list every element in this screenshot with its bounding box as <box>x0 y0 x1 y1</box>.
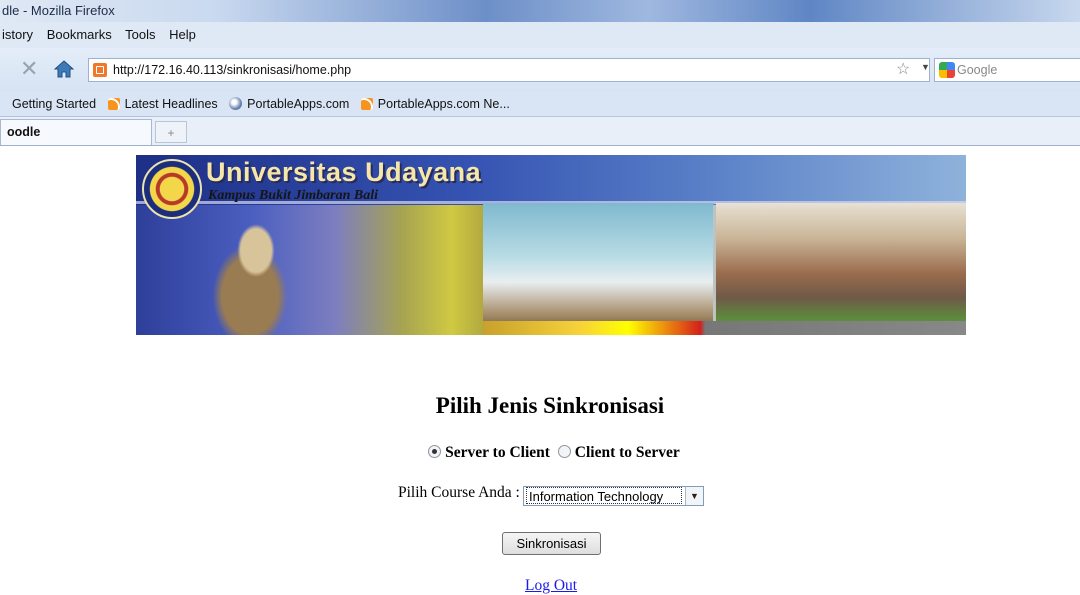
bookmark-getting-started[interactable]: Getting Started <box>12 92 96 116</box>
radio-label-server-to-client[interactable]: Server to Client <box>445 444 550 461</box>
search-placeholder: Google <box>957 63 998 77</box>
new-tab-button[interactable]: + <box>155 121 187 143</box>
sinkronisasi-button[interactable]: Sinkronisasi <box>502 532 601 555</box>
course-selected-value: Information Technology <box>526 487 682 504</box>
logout-link[interactable]: Log Out <box>525 577 577 595</box>
radio-label-client-to-server[interactable]: Client to Server <box>575 444 680 461</box>
rss-icon <box>107 98 120 110</box>
radio-server-to-client[interactable] <box>428 445 442 458</box>
bookmark-portableapps-news[interactable]: PortableApps.com Ne... <box>360 92 510 116</box>
course-label: Pilih Course Anda : <box>398 484 520 501</box>
statue-image <box>196 205 316 335</box>
bookmark-star-icon[interactable]: ☆ <box>896 59 910 79</box>
bookmark-portableapps[interactable]: PortableApps.com <box>229 92 349 116</box>
dropdown-icon[interactable]: ▼ <box>921 62 930 72</box>
campus-building-photo <box>716 203 966 321</box>
menu-tools[interactable]: Tools <box>125 27 155 42</box>
tab-moodle[interactable]: oodle <box>0 119 152 145</box>
rss-icon <box>360 98 373 110</box>
students-photo <box>483 203 713 335</box>
banner-subtitle: Kampus Bukit Jimbaran Bali <box>208 188 378 203</box>
university-banner: Universitas Udayana Kampus Bukit Jimbara… <box>136 155 966 335</box>
menu-bar: istory Bookmarks Tools Help <box>0 22 1080 48</box>
bookmarks-toolbar: Getting Started Latest Headlines Portabl… <box>0 92 1080 117</box>
banner-title: Universitas Udayana <box>206 157 482 187</box>
banner-color-strip <box>483 321 966 335</box>
menu-help[interactable]: Help <box>169 27 196 42</box>
course-select[interactable]: Information Technology ▼ <box>523 486 704 506</box>
stop-icon[interactable]: ✕ <box>20 58 38 80</box>
chevron-down-icon[interactable]: ▼ <box>685 487 703 505</box>
radio-client-to-server[interactable] <box>557 445 571 458</box>
sync-type-radio-group: Server to Client Client to Server <box>0 444 1080 462</box>
menu-bookmarks[interactable]: Bookmarks <box>47 27 112 42</box>
google-icon[interactable] <box>939 62 955 78</box>
window-titlebar: dle - Mozilla Firefox <box>0 0 1080 22</box>
search-input[interactable]: Google <box>934 58 1080 82</box>
tab-bar: oodle + <box>0 117 1080 146</box>
site-favicon-icon <box>93 63 107 77</box>
portableapps-icon <box>229 97 243 110</box>
bookmark-latest-headlines[interactable]: Latest Headlines <box>107 92 218 116</box>
university-seal-logo <box>142 159 202 219</box>
navigation-toolbar: ✕ http://172.16.40.113/sinkronisasi/home… <box>0 48 1080 92</box>
address-url: http://172.16.40.113/sinkronisasi/home.p… <box>113 63 352 77</box>
page-heading: Pilih Jenis Sinkronisasi <box>435 393 665 418</box>
window-title: dle - Mozilla Firefox <box>2 3 115 18</box>
menu-history[interactable]: istory <box>2 27 33 42</box>
address-bar[interactable]: http://172.16.40.113/sinkronisasi/home.p… <box>88 58 930 82</box>
home-icon[interactable] <box>54 59 74 79</box>
